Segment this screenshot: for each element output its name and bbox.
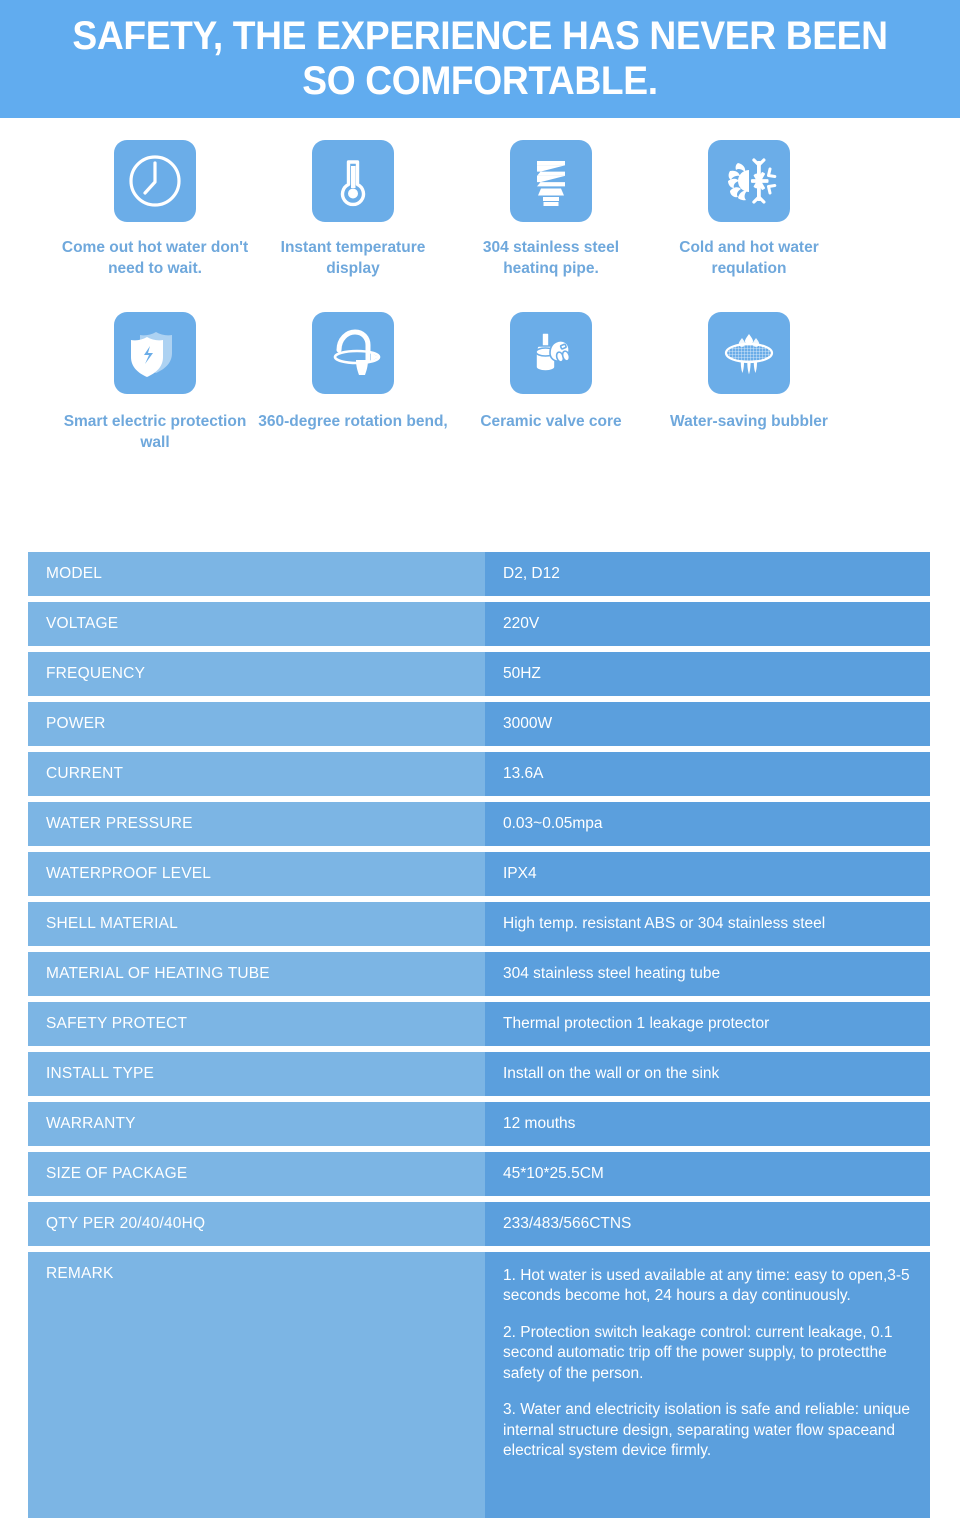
spec-value: 3000W bbox=[485, 702, 930, 746]
spec-value: 233/483/566CTNS bbox=[485, 1202, 930, 1246]
remark-item: 2. Protection switch leakage control: cu… bbox=[503, 1323, 893, 1382]
spec-value: 304 stainless steel heating tube bbox=[485, 952, 930, 996]
feature-item-clock: Come out hot water don't need to wait. bbox=[56, 140, 254, 280]
spec-key: FREQUENCY bbox=[28, 652, 485, 696]
spec-value: IPX4 bbox=[485, 852, 930, 896]
product-spec-page: SAFETY, THE EXPERIENCE HAS NEVER BEEN SO… bbox=[0, 0, 960, 1530]
feature-tile bbox=[312, 311, 394, 394]
feature-label: 360-degree rotation bend, bbox=[258, 412, 448, 430]
spec-value: 45*10*25.5CM bbox=[485, 1152, 930, 1196]
remark-item: 3. Water and electricity isolation is sa… bbox=[503, 1401, 910, 1460]
spec-key: CURRENT bbox=[28, 752, 485, 796]
spec-key: WARRANTY bbox=[28, 1102, 485, 1146]
table-row: CURRENT 13.6A bbox=[28, 752, 930, 796]
feature-tile bbox=[708, 311, 790, 394]
spec-value: 13.6A bbox=[485, 752, 930, 796]
sun-snowflake-icon bbox=[720, 152, 778, 210]
valve-core-icon bbox=[522, 324, 580, 382]
spec-value: 50HZ bbox=[485, 652, 930, 696]
feature-tile bbox=[114, 311, 196, 394]
spec-key: WATER PRESSURE bbox=[28, 802, 485, 846]
feature-label: Water-saving bubbler bbox=[670, 412, 828, 430]
remark-item: 1. Hot water is used available at any ti… bbox=[503, 1267, 910, 1305]
feature-item-rotation-bend: 360-degree rotation bend, bbox=[254, 311, 452, 454]
feature-item-bubbler: Water-saving bubbler bbox=[650, 311, 848, 454]
feature-label: 304 stainless steel heatinq pipe. bbox=[482, 239, 620, 277]
bubbler-icon bbox=[720, 324, 778, 382]
feature-label: Come out hot water don't need to wait. bbox=[61, 239, 249, 277]
heating-coil-icon bbox=[522, 152, 580, 210]
table-row: POWER 3000W bbox=[28, 702, 930, 746]
table-row: SIZE OF PACKAGE 45*10*25.5CM bbox=[28, 1152, 930, 1196]
shield-bolt-icon bbox=[126, 324, 184, 382]
table-row: SAFETY PROTECT Thermal protection 1 leak… bbox=[28, 1002, 930, 1046]
table-row: SHELL MATERIAL High temp. resistant ABS … bbox=[28, 902, 930, 946]
table-row: WATERPROOF LEVEL IPX4 bbox=[28, 852, 930, 896]
spec-value: 0.03~0.05mpa bbox=[485, 802, 930, 846]
spec-key: QTY PER 20/40/40HQ bbox=[28, 1202, 485, 1246]
table-row: INSTALL TYPE Install on the wall or on t… bbox=[28, 1052, 930, 1096]
feature-item-cold-hot: Cold and hot water requlation bbox=[650, 140, 848, 280]
thermometer-icon bbox=[324, 152, 382, 210]
feature-row-1: Come out hot water don't need to wait. I… bbox=[0, 140, 960, 280]
banner-title: SAFETY, THE EXPERIENCE HAS NEVER BEEN SO… bbox=[72, 14, 888, 103]
spec-value: High temp. resistant ABS or 304 stainles… bbox=[485, 902, 930, 946]
specification-table: MODEL D2, D12 VOLTAGE 220V FREQUENCY 50H… bbox=[28, 552, 930, 1524]
feature-label: Smart electric protection wall bbox=[63, 412, 247, 451]
feature-label: Cold and hot water requlation bbox=[679, 239, 819, 277]
spec-key: SHELL MATERIAL bbox=[28, 902, 485, 946]
spec-value: 12 mouths bbox=[485, 1102, 930, 1146]
spec-key: INSTALL TYPE bbox=[28, 1052, 485, 1096]
rotating-faucet-icon bbox=[324, 324, 382, 382]
table-row-remark: REMARK 1. Hot water is used available at… bbox=[28, 1252, 930, 1518]
feature-tile bbox=[114, 140, 196, 222]
table-row: MATERIAL OF HEATING TUBE 304 stainless s… bbox=[28, 952, 930, 996]
spec-key: VOLTAGE bbox=[28, 602, 485, 646]
feature-tile bbox=[510, 140, 592, 222]
feature-tile bbox=[510, 311, 592, 394]
feature-item-thermometer: Instant temperature display bbox=[254, 140, 452, 280]
feature-item-heating-pipe: 304 stainless steel heatinq pipe. bbox=[452, 140, 650, 280]
spec-value-remark: 1. Hot water is used available at any ti… bbox=[485, 1252, 930, 1518]
spec-key: SIZE OF PACKAGE bbox=[28, 1152, 485, 1196]
spec-key: MODEL bbox=[28, 552, 485, 596]
spec-value: Thermal protection 1 leakage protector bbox=[485, 1002, 930, 1046]
page-banner: SAFETY, THE EXPERIENCE HAS NEVER BEEN SO… bbox=[0, 0, 960, 118]
spec-value: 220V bbox=[485, 602, 930, 646]
feature-label: Ceramic valve core bbox=[480, 412, 622, 430]
feature-grid: Come out hot water don't need to wait. I… bbox=[0, 140, 960, 454]
spec-key: REMARK bbox=[28, 1252, 485, 1518]
table-row: FREQUENCY 50HZ bbox=[28, 652, 930, 696]
feature-row-2: Smart electric protection wall 360-degre… bbox=[0, 311, 960, 454]
clock-icon bbox=[126, 152, 184, 210]
table-row: WATER PRESSURE 0.03~0.05mpa bbox=[28, 802, 930, 846]
feature-item-protection-wall: Smart electric protection wall bbox=[56, 311, 254, 454]
feature-tile bbox=[312, 140, 394, 222]
table-row: QTY PER 20/40/40HQ 233/483/566CTNS bbox=[28, 1202, 930, 1246]
spec-key: SAFETY PROTECT bbox=[28, 1002, 485, 1046]
spec-value: Install on the wall or on the sink bbox=[485, 1052, 930, 1096]
spec-key: MATERIAL OF HEATING TUBE bbox=[28, 952, 485, 996]
feature-item-valve-core: Ceramic valve core bbox=[452, 311, 650, 454]
spec-key: WATERPROOF LEVEL bbox=[28, 852, 485, 896]
spec-key: POWER bbox=[28, 702, 485, 746]
table-row: MODEL D2, D12 bbox=[28, 552, 930, 596]
feature-label: Instant temperature display bbox=[280, 239, 426, 277]
table-row: WARRANTY 12 mouths bbox=[28, 1102, 930, 1146]
feature-tile bbox=[708, 140, 790, 222]
spec-value: D2, D12 bbox=[485, 552, 930, 596]
table-row: VOLTAGE 220V bbox=[28, 602, 930, 646]
